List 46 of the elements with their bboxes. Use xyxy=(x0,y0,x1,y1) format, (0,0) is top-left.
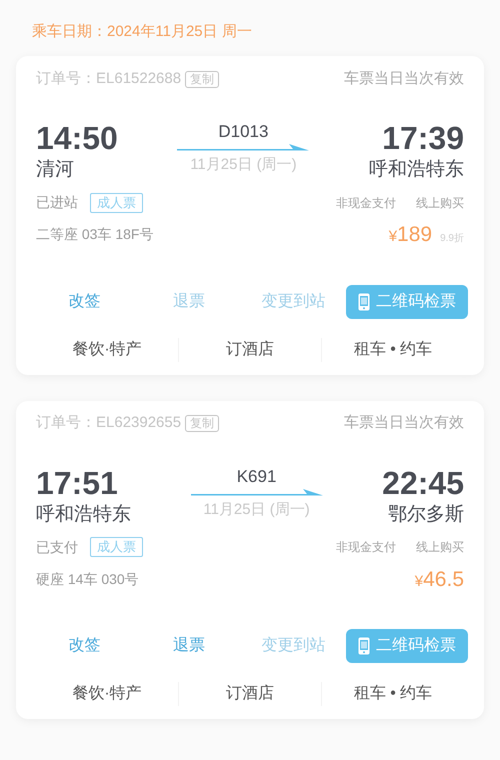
travel-date-header: 乘车日期：2024年11月25日 周一 xyxy=(32,23,252,40)
train-number: K691 xyxy=(236,466,276,488)
service-link[interactable]: 租车 • 约车 xyxy=(354,682,432,706)
qr-check-button[interactable]: 二维码检票 xyxy=(346,629,468,663)
service-link[interactable]: 订酒店 xyxy=(226,338,274,362)
phone-icon xyxy=(358,637,370,655)
order-label: 订单号： xyxy=(36,413,96,434)
action-link[interactable]: 改签 xyxy=(32,629,137,663)
arrive-time: 22:45 xyxy=(382,464,464,500)
order-label: 订单号： xyxy=(36,68,96,89)
action-link[interactable]: 退票 xyxy=(136,629,242,663)
ticket-status: 已进站 xyxy=(36,193,78,212)
depart-time: 14:50 xyxy=(36,120,118,156)
action-link[interactable]: 改签 xyxy=(32,284,137,318)
purchase-channel: 线上购买 xyxy=(416,539,464,556)
ticket-status: 已支付 xyxy=(36,538,78,556)
order-number: EL62392655 xyxy=(96,413,182,434)
arrive-station: 鄂尔多斯 xyxy=(388,502,464,526)
copy-button[interactable]: 复制 xyxy=(185,415,220,432)
payment-method: 非现金支付 xyxy=(336,539,396,556)
arrive-time: 17:39 xyxy=(382,120,464,156)
depart-station: 呼和浩特东 xyxy=(36,502,131,526)
ticket-type-tag: 成人票 xyxy=(90,537,143,557)
validity-note: 车票当日当次有效 xyxy=(344,413,464,434)
service-link[interactable]: 租车 • 约车 xyxy=(354,338,432,362)
qr-check-button[interactable]: 二维码检票 xyxy=(346,284,468,318)
depart-station: 清河 xyxy=(36,158,75,182)
seat-info: 二等座 03车 18F号 xyxy=(36,225,154,244)
validity-note: 车票当日当次有效 xyxy=(344,68,464,89)
copy-button[interactable]: 复制 xyxy=(185,70,220,88)
ticket-type-tag: 成人票 xyxy=(90,192,143,212)
payment-method: 非现金支付 xyxy=(336,194,396,212)
train-number: D1013 xyxy=(218,121,268,143)
service-link[interactable]: 餐饮·特产 xyxy=(72,338,142,362)
purchase-channel: 线上购买 xyxy=(416,194,464,212)
phone-icon xyxy=(358,292,370,310)
seat-info: 硬座 14车 030号 xyxy=(36,570,139,589)
service-link[interactable]: 餐饮·特产 xyxy=(72,682,142,706)
service-link[interactable]: 订酒店 xyxy=(226,682,274,706)
ticket-price: ¥46.5 xyxy=(414,566,464,592)
ticket-price: ¥189 xyxy=(388,222,432,248)
depart-time: 17:51 xyxy=(36,464,119,500)
route-arrow-icon xyxy=(190,488,323,496)
order-number: EL61522688 xyxy=(96,68,182,89)
arrive-station: 呼和浩特东 xyxy=(369,158,464,182)
route-arrow-icon xyxy=(177,144,310,152)
